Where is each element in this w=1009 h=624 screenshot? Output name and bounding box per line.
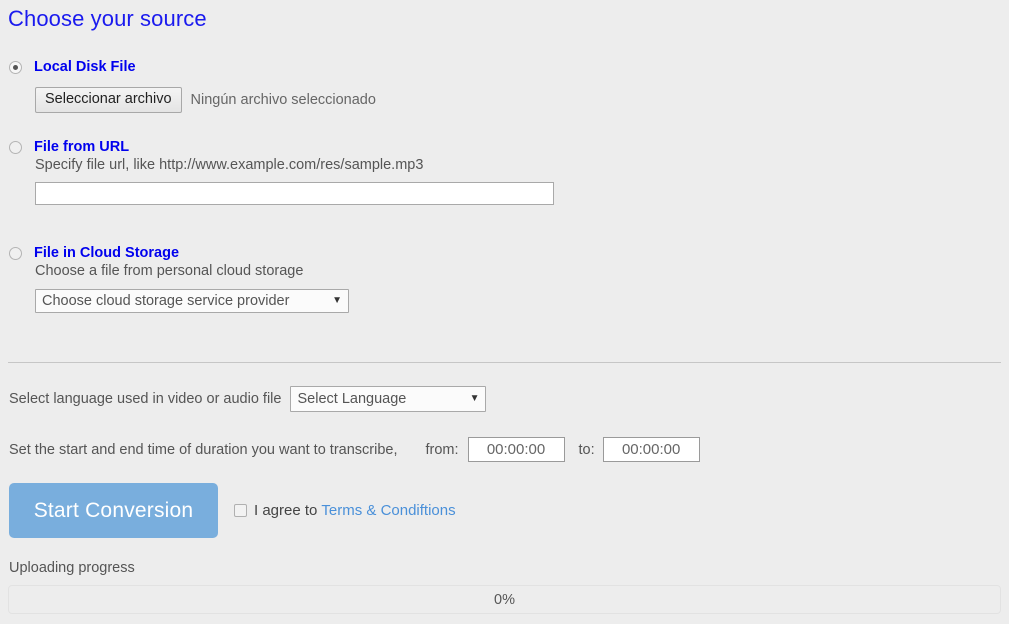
start-conversion-button[interactable]: Start Conversion: [9, 483, 218, 538]
source-option-file-url[interactable]: File from URL Specify file url, like htt…: [0, 137, 1009, 205]
chevron-down-icon: ▼: [469, 393, 480, 404]
language-select[interactable]: Select Language ▼: [290, 386, 487, 412]
file-url-input[interactable]: [35, 182, 554, 205]
agree-terms-checkbox[interactable]: [234, 504, 247, 517]
end-time-input[interactable]: [602, 437, 700, 462]
duration-range-row: Set the start and end time of duration y…: [9, 437, 700, 462]
cloud-provider-select-value: Choose cloud storage service provider: [42, 293, 290, 309]
agree-terms-text: I agree to: [254, 502, 318, 519]
radio-local-disk-file[interactable]: [9, 60, 22, 74]
source-option-cloud-storage[interactable]: File in Cloud Storage Choose a file from…: [0, 243, 1009, 313]
language-label: Select language used in video or audio f…: [9, 391, 282, 407]
cloud-provider-select[interactable]: Choose cloud storage service provider ▼: [35, 289, 349, 313]
uploading-progress-label: Uploading progress: [9, 560, 135, 576]
source-option-label-local: Local Disk File: [34, 59, 136, 75]
start-time-input[interactable]: [467, 437, 565, 462]
agree-terms-label: I agree to Terms & Condiftions: [254, 502, 456, 519]
from-label: from:: [425, 441, 459, 458]
source-option-label-url: File from URL: [34, 139, 130, 155]
local-disk-option-head[interactable]: Local Disk File: [0, 57, 1009, 77]
choose-file-button[interactable]: Seleccionar archivo: [35, 87, 182, 113]
source-option-local-disk[interactable]: Local Disk File Seleccionar archivo Ning…: [0, 57, 1009, 113]
file-picker-row[interactable]: Seleccionar archivo Ningún archivo selec…: [35, 87, 1009, 113]
upload-progress-bar: 0%: [8, 585, 1001, 614]
selected-file-name: Ningún archivo seleccionado: [190, 92, 376, 108]
chevron-down-icon: ▼: [332, 295, 342, 306]
language-selection-row: Select language used in video or audio f…: [9, 386, 487, 412]
cloud-storage-hint: Choose a file from personal cloud storag…: [35, 263, 304, 279]
action-row: Start Conversion I agree to Terms & Condi…: [9, 483, 456, 538]
radio-file-from-url[interactable]: [9, 140, 22, 154]
to-label: to:: [578, 441, 595, 458]
cloud-storage-option-head[interactable]: File in Cloud Storage: [0, 243, 1009, 263]
file-url-hint: Specify file url, like http://www.exampl…: [35, 157, 424, 173]
upload-progress-percent: 0%: [494, 591, 515, 608]
local-disk-option-body: Seleccionar archivo Ningún archivo selec…: [35, 87, 1009, 113]
page-title: Choose your source: [8, 6, 207, 31]
file-url-option-body: Specify file url, like http://www.exampl…: [35, 157, 1009, 205]
terms-agreement[interactable]: I agree to Terms & Condiftions: [234, 502, 456, 519]
language-select-value: Select Language: [297, 391, 407, 407]
terms-and-conditions-link[interactable]: Terms & Condiftions: [321, 502, 455, 519]
file-url-option-head[interactable]: File from URL: [0, 137, 1009, 157]
duration-label: Set the start and end time of duration y…: [9, 441, 398, 458]
section-divider: [8, 362, 1001, 363]
source-option-label-cloud: File in Cloud Storage: [34, 245, 180, 261]
cloud-storage-option-body: Choose a file from personal cloud storag…: [35, 263, 1009, 313]
radio-file-in-cloud-storage[interactable]: [9, 246, 22, 260]
